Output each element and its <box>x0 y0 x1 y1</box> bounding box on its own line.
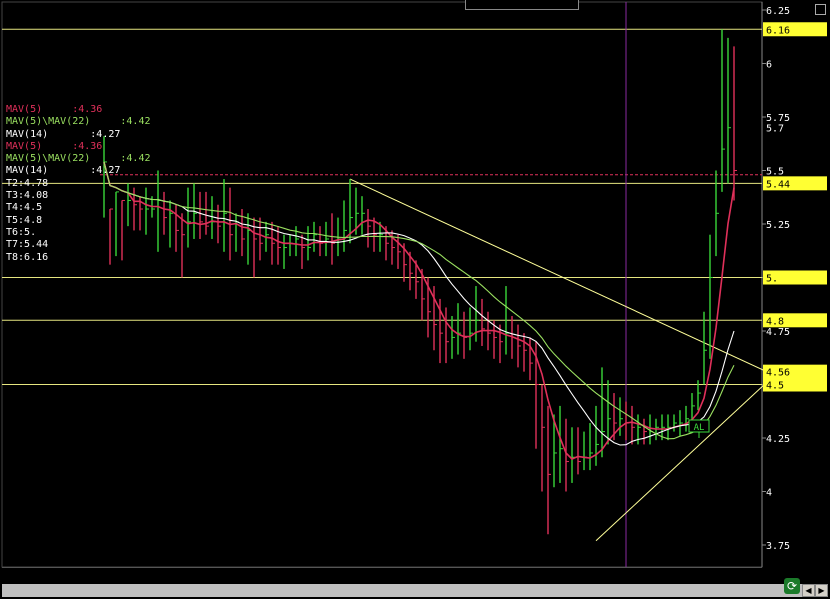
refresh-icon[interactable]: ⟳ <box>784 578 800 594</box>
legend-line: T4:4.5 <box>6 202 43 214</box>
legend-line: MAV(5) :4.36 <box>6 104 103 115</box>
signal-label: AL <box>694 423 705 433</box>
level-label: 5. <box>766 274 778 285</box>
level-label: 4.8 <box>766 316 784 327</box>
legend-line: T8:6.16 <box>6 251 49 263</box>
legend-line: MAV(5)\MAV(22) :4.42 <box>6 153 151 165</box>
legend-line: MAV(14) :4.27 <box>6 128 121 140</box>
y-tick-label: 5.25 <box>766 220 790 231</box>
legend-line: MAV(5)\MAV(22) :4.42 <box>6 116 151 128</box>
level-label: 5.7 <box>766 124 784 135</box>
close-icon[interactable] <box>815 4 826 15</box>
y-tick-label: 4 <box>766 488 772 499</box>
horizontal-scrollbar[interactable] <box>2 584 828 597</box>
legend-line: T2:4.78 <box>6 177 49 189</box>
y-tick-label: 6 <box>766 60 772 71</box>
price-chart: 3.7544.254.755.255.55.7566.25 6.165.75.4… <box>1 1 827 585</box>
legend-line: T6:5. <box>6 226 37 238</box>
legend-line: MAV(14) :4.27 <box>6 165 121 177</box>
top-title-box <box>465 0 579 10</box>
scroll-left-icon[interactable]: ◀ <box>802 584 815 597</box>
y-tick-label: 4.75 <box>766 327 790 338</box>
y-tick-label: 5.75 <box>766 113 790 124</box>
legend-line: T5:4.8 <box>6 214 43 226</box>
legend-line: T7:5.44 <box>6 239 49 251</box>
level-label: 4.5 <box>766 381 784 392</box>
level-label: 6.16 <box>766 25 790 36</box>
legend-line: MAV(5) :4.36 <box>6 140 103 152</box>
level-label: 5.44 <box>766 179 790 190</box>
scroll-right-icon[interactable]: ▶ <box>815 584 828 597</box>
y-tick-label: 5.5 <box>766 167 784 178</box>
y-tick-label: 4.25 <box>766 434 790 445</box>
level-label: 4.56 <box>766 368 790 379</box>
plot-area <box>1 1 763 568</box>
legend-line: T3:4.08 <box>6 190 49 202</box>
y-tick-label: 3.75 <box>766 541 790 552</box>
y-tick-label: 6.25 <box>766 6 790 17</box>
indicator-legend: MAV(5) :4.36 MAV(5)\MAV(22) :4.42 MAV(14) … <box>6 104 151 264</box>
